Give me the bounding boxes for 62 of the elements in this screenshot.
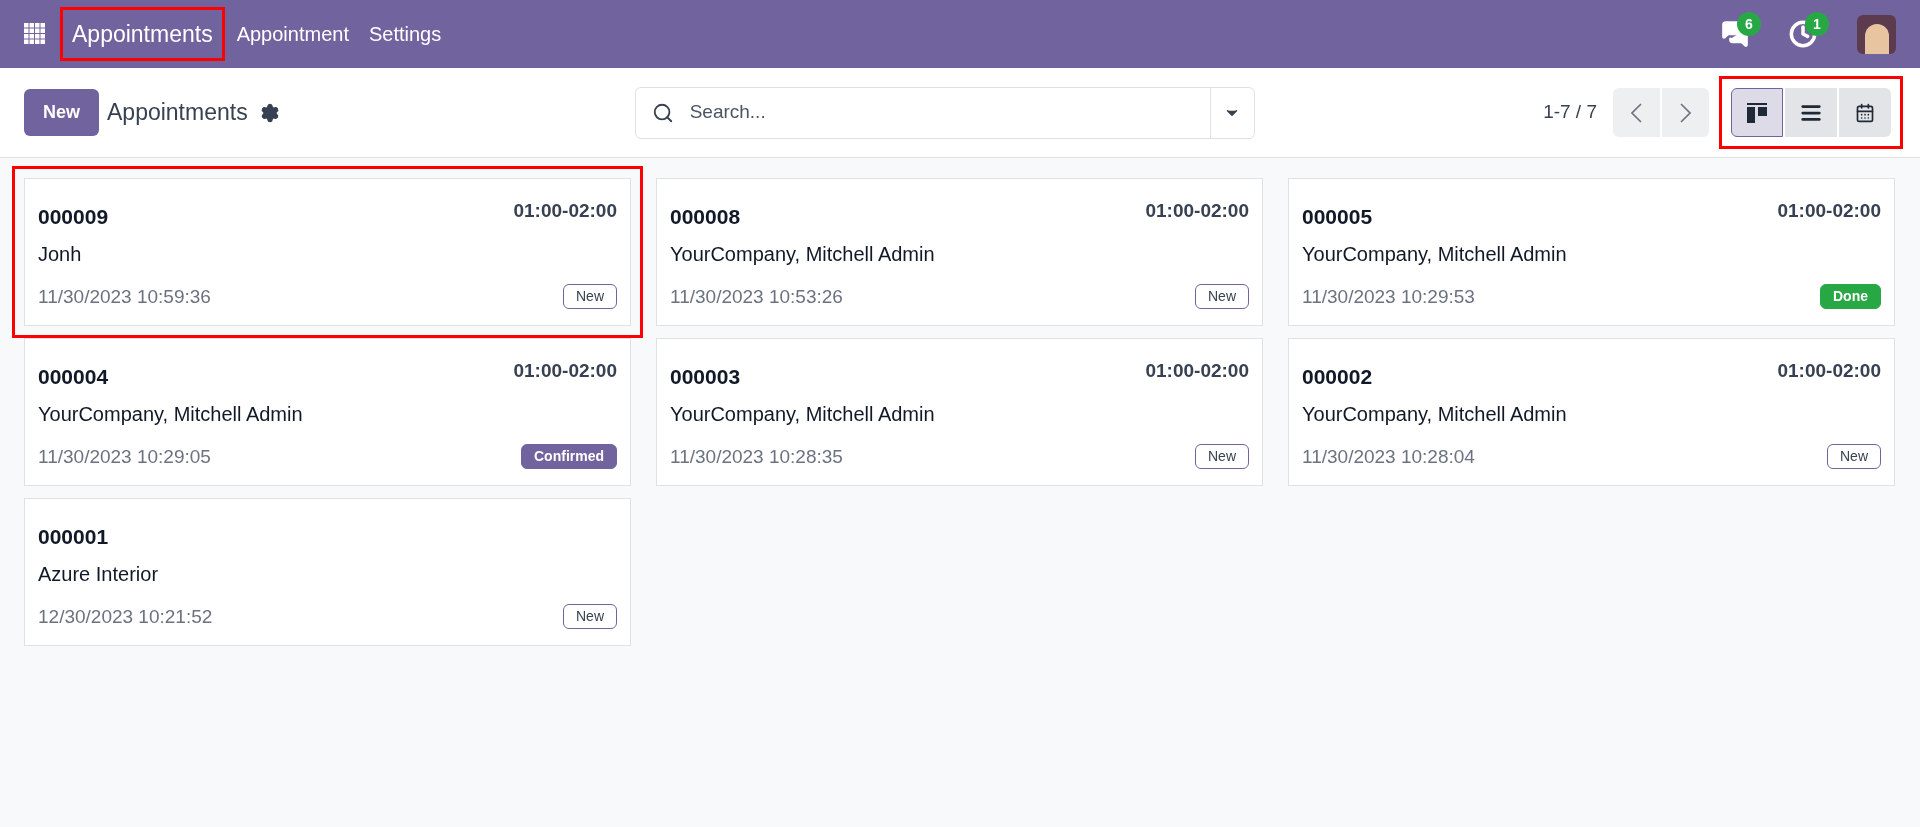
appointment-card[interactable]: 000008 01:00-02:00 YourCompany, Mitchell Admin 11/30/2023 10:53:26 New [656,178,1263,326]
partner-name: YourCompany, Mitchell Admin [1302,241,1568,267]
partner-name: Azure Interior [38,561,160,587]
appointment-card[interactable]: 000009 01:00-02:00 Jonh 11/30/2023 10:59:36 New [24,178,631,326]
appointment-card[interactable]: 000003 01:00-02:00 YourCompany, Mitchell Admin 11/30/2023 10:28:35 New [656,338,1263,486]
settings-gear-icon[interactable] [259,102,280,123]
status-badge: New [1195,444,1249,470]
status-badge: New [563,284,617,310]
appointment-date: 11/30/2023 10:53:26 [670,284,843,309]
partner-name: YourCompany, Mitchell Admin [670,401,936,427]
page-title: Appointments [107,98,248,128]
message-count-badge: 6 [1737,12,1761,36]
calendar-view-icon [1855,102,1875,123]
status-badge: New [1827,444,1881,470]
time-slot: 01:00-02:00 [1145,357,1249,386]
time-slot: 01:00-02:00 [513,197,617,226]
search-icon [651,101,674,124]
appointment-date: 11/30/2023 10:28:35 [670,444,843,469]
partner-name: YourCompany, Mitchell Admin [1302,401,1568,427]
appointment-card[interactable]: 000005 01:00-02:00 YourCompany, Mitchell Admin 11/30/2023 10:29:53 Done [1288,178,1895,326]
menu-item[interactable]: Settings [368,19,442,49]
appointment-card[interactable]: 000001 Azure Interior 12/30/2023 10:21:52 New [24,498,631,646]
appointment-number: 000005 [1302,204,1373,230]
view-button[interactable] [1731,88,1783,137]
appointment-number: 000002 [1302,364,1373,390]
appointment-number: 000008 [670,204,741,230]
user-avatar[interactable] [1857,14,1896,54]
status-badge: New [1195,284,1249,310]
view-button[interactable] [1785,88,1837,137]
chevron-left-icon [1631,102,1642,123]
time-slot: 01:00-02:00 [1777,197,1881,226]
pager-value: 1-7 / 7 [1543,100,1597,125]
appointment-number: 000004 [38,364,109,390]
status-badge: New [563,604,617,630]
app-title[interactable]: Appointments [60,6,225,62]
appointment-card[interactable]: 000004 01:00-02:00 YourCompany, Mitchell Admin 11/30/2023 10:29:05 Confirmed [24,338,631,486]
kanban-view-icon [1747,102,1767,123]
app-grid-icon[interactable] [24,23,46,45]
chevron-right-icon [1680,102,1691,123]
appointment-card[interactable]: 000002 01:00-02:00 YourCompany, Mitchell Admin 11/30/2023 10:28:04 New [1288,338,1895,486]
search-input[interactable]: Search... [689,98,1210,127]
partner-name: Jonh [38,241,83,267]
appointment-date: 11/30/2023 10:29:53 [1302,284,1475,309]
menu-item[interactable]: Appointment [236,19,349,49]
appointment-date: 12/30/2023 10:21:52 [38,604,213,629]
time-slot: 01:00-02:00 [1145,197,1249,226]
appointment-date: 11/30/2023 10:28:04 [1302,444,1475,469]
time-slot: 01:00-02:00 [1777,357,1881,386]
appointment-date: 11/30/2023 10:29:05 [38,444,211,469]
status-badge: Done [1820,284,1881,310]
search-field[interactable]: Search... [634,86,1255,139]
time-slot: 01:00-02:00 [513,357,617,386]
view-button[interactable] [1839,88,1891,137]
activity-count-badge: 1 [1805,12,1829,36]
status-badge: Confirmed [521,444,617,470]
new-button[interactable]: New [24,89,99,136]
partner-name: YourCompany, Mitchell Admin [38,401,304,427]
appointment-number: 000003 [670,364,741,390]
partner-name: YourCompany, Mitchell Admin [670,241,936,267]
appointment-number: 000009 [38,204,109,230]
appointment-number: 000001 [38,524,109,550]
appointment-date: 11/30/2023 10:59:36 [38,284,211,309]
